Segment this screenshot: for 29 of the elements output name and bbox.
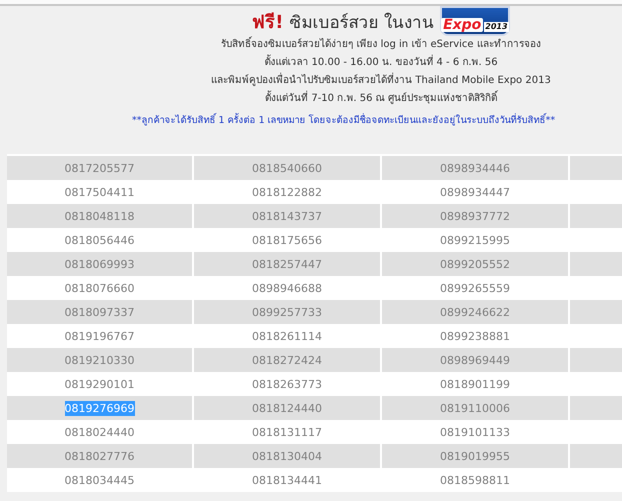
- number-cell: 0818257447: [194, 252, 380, 276]
- banner-title: ซิมเบอร์สวย ในงาน: [289, 12, 434, 35]
- free-label: ฟรี!: [252, 11, 284, 35]
- number-cell: 0819210330: [7, 348, 192, 372]
- number-cell: 0818540660: [194, 156, 380, 180]
- info-line: ตั้งแต่วันที่ 7-10 ก.พ. 56 ณ ศูนย์ประชุมแห่งชาติสิริกิติ์: [265, 90, 497, 108]
- number-cell: 0818097337: [7, 300, 192, 324]
- number-cell: 0899246622: [382, 300, 568, 324]
- number-cell: 0898934446: [382, 156, 568, 180]
- info-line: และพิมพ์คูปองเพื่อนำไปรับซิมเบอร์สวยได้ที่งาน Thailand Mobile Expo 2013: [211, 72, 551, 90]
- number-cell: 0818130404: [194, 444, 380, 468]
- info-line: รับสิทธิ์จองซิมเบอร์สวยได้ง่ายๆ เพียง log in เข้า eService และทำการจอง: [221, 36, 541, 54]
- number-cell: 0898937772: [382, 204, 568, 228]
- number-cell: 0818272424: [194, 348, 380, 372]
- number-cell: 0818124440: [194, 396, 380, 420]
- number-cell: 0899205552: [382, 252, 568, 276]
- number-cell: 0899257733: [194, 300, 380, 324]
- number-cell: 0898969449: [382, 348, 568, 372]
- notice-text: **ลูกค้าจะได้รับสิทธิ์ 1 ครั้งต่อ 1 เลขหมาย โดยจะต้องมีชื่อจดทะเบียนและยังอยู่ในระบบถึงวันที่รับสิทธิ์**: [132, 112, 556, 128]
- expo-logo: Expo 2013: [440, 6, 510, 36]
- number-cell: 0817205577: [7, 156, 192, 180]
- info-line: ตั้งแต่เวลา 10.00 - 16.00 น. ของวันที่ 4 - 6 ก.พ. 56: [264, 54, 498, 72]
- number-cell: 0818027776: [7, 444, 192, 468]
- number-cell: 0819019955: [382, 444, 568, 468]
- number-cell: 0818143737: [194, 204, 380, 228]
- number-cell: 0819110006: [382, 396, 568, 420]
- number-cell: 0818048118: [7, 204, 192, 228]
- number-cell: 0819276969: [7, 396, 192, 420]
- number-cell: 0818069993: [7, 252, 192, 276]
